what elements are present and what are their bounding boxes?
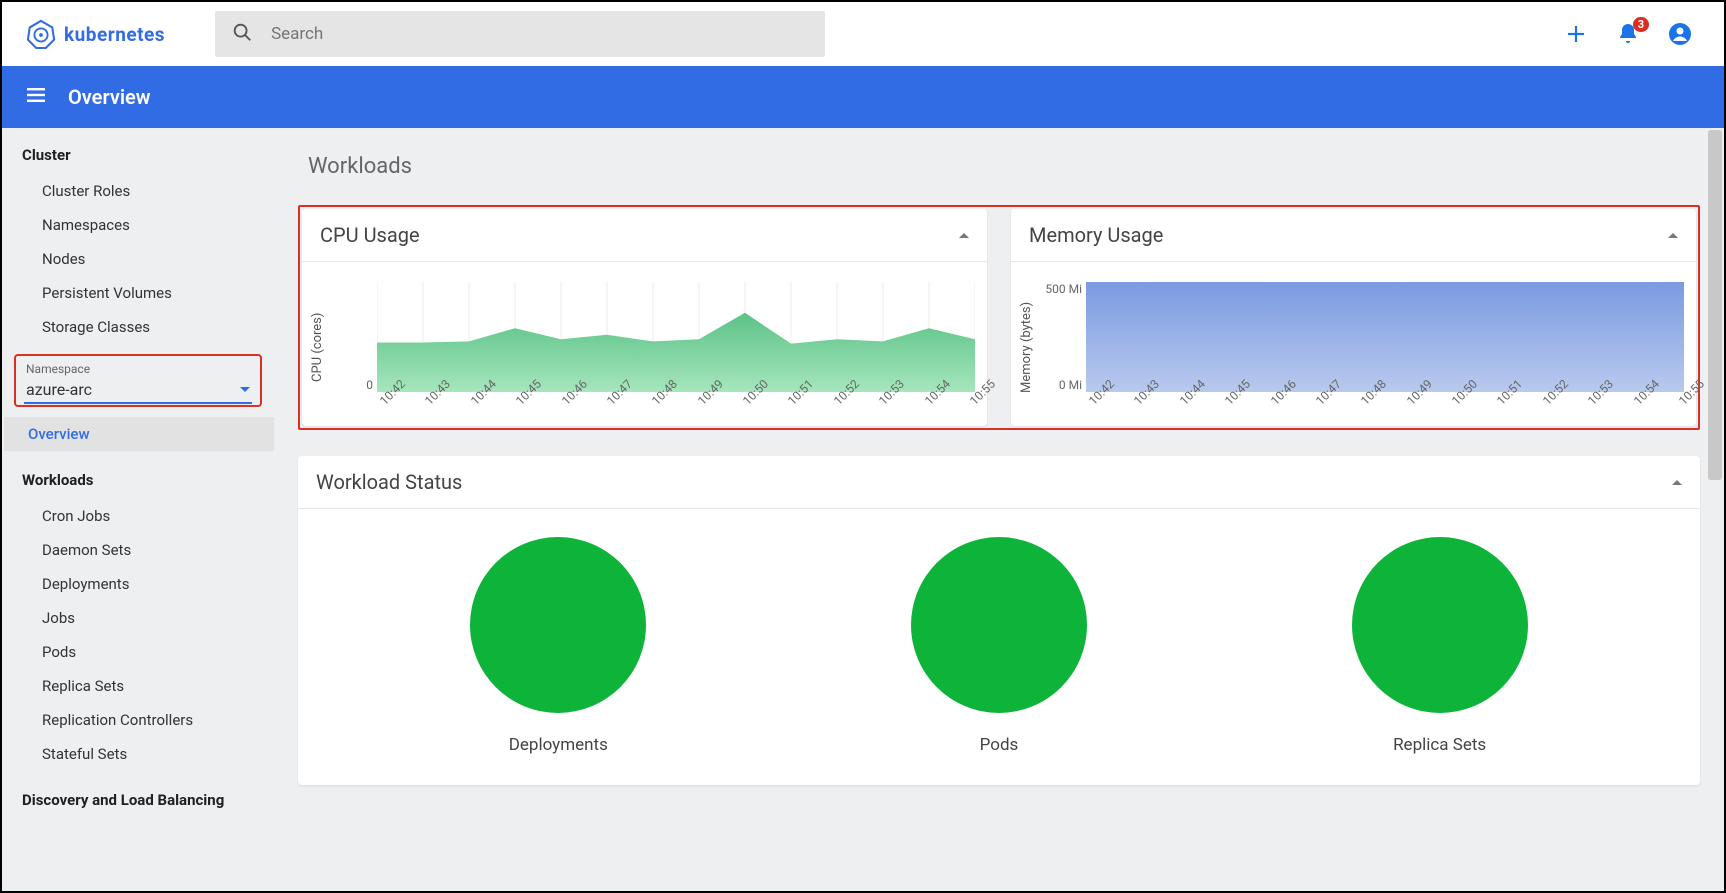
chart-xtick: 10:51 [1494, 392, 1510, 408]
namespace-selector[interactable]: Namespace azure-arc [14, 354, 262, 407]
sidebar-item[interactable]: Namespaces [2, 208, 274, 242]
sidebar-item[interactable]: Cron Jobs [2, 499, 274, 533]
cpu-ylabel: CPU (cores) [308, 282, 327, 412]
sidebar-item[interactable]: Nodes [2, 242, 274, 276]
mem-chart [1086, 282, 1684, 392]
chart-xtick: 10:48 [1358, 392, 1374, 408]
mem-ytick-bottom: 0 Mi [1036, 378, 1082, 392]
scrollbar[interactable] [1708, 130, 1722, 480]
chart-xtick: 10:48 [649, 392, 665, 408]
chart-xtick: 10:46 [1268, 392, 1284, 408]
sidebar-item-overview[interactable]: Overview [4, 417, 274, 451]
sidebar-item[interactable]: Replication Controllers [2, 703, 274, 737]
cpu-ytick-bottom: 0 [327, 378, 373, 392]
chart-xtick: 10:55 [1676, 392, 1692, 408]
chart-xtick: 10:45 [1222, 392, 1238, 408]
collapse-icon[interactable] [959, 233, 969, 238]
chart-xtick: 10:53 [876, 392, 892, 408]
sidebar-item[interactable]: Pods [2, 635, 274, 669]
cpu-usage-card: CPU Usage CPU (cores) 0 [302, 209, 987, 426]
workload-status-title: Workload Status [316, 470, 462, 494]
sidebar-item[interactable]: Deployments [2, 567, 274, 601]
chart-xtick: 10:50 [1449, 392, 1465, 408]
cpu-chart [377, 282, 975, 392]
chart-xtick: 10:54 [922, 392, 938, 408]
plus-icon [1564, 22, 1588, 46]
sidebar-header-dlb[interactable]: Discovery and Load Balancing [2, 781, 274, 819]
sidebar-item[interactable]: Jobs [2, 601, 274, 635]
content: Workloads CPU Usage CPU (cores) 0 [274, 128, 1724, 891]
charts-row-highlight: CPU Usage CPU (cores) 0 [298, 205, 1700, 430]
mem-card-title: Memory Usage [1029, 223, 1163, 247]
status-donut [470, 537, 646, 713]
notifications-button[interactable]: 3 [1616, 22, 1640, 46]
searchbox[interactable] [215, 11, 825, 57]
chart-xtick: 10:42 [1086, 392, 1102, 408]
status-donut-label: Replica Sets [1393, 735, 1486, 755]
chart-xtick: 10:52 [1540, 392, 1556, 408]
chevron-down-icon [240, 387, 250, 392]
chart-xtick: 10:49 [695, 392, 711, 408]
sidebar-item[interactable]: Storage Classes [2, 310, 274, 344]
workload-status-item: Pods [911, 537, 1087, 755]
section-bar: Overview [2, 66, 1724, 128]
sidebar-item[interactable]: Stateful Sets [2, 737, 274, 771]
chart-xtick: 10:42 [377, 392, 393, 408]
chart-xtick: 10:47 [1313, 392, 1329, 408]
status-donut [911, 537, 1087, 713]
chart-xtick: 10:44 [1177, 392, 1193, 408]
sidebar: Cluster Cluster RolesNamespacesNodesPers… [2, 128, 274, 891]
collapse-icon[interactable] [1672, 480, 1682, 485]
workload-status-item: Deployments [470, 537, 646, 755]
namespace-value: azure-arc [26, 380, 92, 399]
sidebar-header-workloads[interactable]: Workloads [2, 461, 274, 499]
chart-xtick: 10:43 [1131, 392, 1147, 408]
chart-xtick: 10:52 [831, 392, 847, 408]
chart-xtick: 10:46 [559, 392, 575, 408]
collapse-icon[interactable] [1668, 233, 1678, 238]
workload-status-item: Replica Sets [1352, 537, 1528, 755]
sidebar-header-cluster[interactable]: Cluster [2, 136, 274, 174]
status-donut-label: Pods [980, 735, 1019, 755]
brand-text: kubernetes [64, 23, 165, 46]
cpu-card-title: CPU Usage [320, 223, 420, 247]
chart-xtick: 10:47 [604, 392, 620, 408]
status-donut-label: Deployments [509, 735, 608, 755]
menu-button[interactable] [24, 83, 48, 111]
logo[interactable]: kubernetes [26, 19, 165, 49]
account-icon [1668, 22, 1692, 46]
sidebar-item[interactable]: Daemon Sets [2, 533, 274, 567]
account-button[interactable] [1668, 22, 1692, 46]
section-title: Overview [68, 85, 151, 109]
mem-ytick-top: 500 Mi [1036, 282, 1082, 296]
workload-status-card: Workload Status Deployments Pods Replica S… [298, 456, 1700, 785]
chart-xtick: 10:54 [1631, 392, 1647, 408]
kubernetes-logo-icon [26, 19, 56, 49]
chart-xtick: 10:44 [468, 392, 484, 408]
chart-xtick: 10:50 [740, 392, 756, 408]
add-button[interactable] [1564, 22, 1588, 46]
search-icon [231, 21, 253, 48]
namespace-label: Namespace [26, 362, 250, 376]
hamburger-icon [24, 83, 48, 107]
chart-xtick: 10:49 [1404, 392, 1420, 408]
chart-xtick: 10:51 [785, 392, 801, 408]
chart-xtick: 10:43 [422, 392, 438, 408]
sidebar-item[interactable]: Persistent Volumes [2, 276, 274, 310]
search-input[interactable] [271, 24, 809, 44]
page-title: Workloads [308, 154, 1700, 179]
sidebar-item[interactable]: Replica Sets [2, 669, 274, 703]
notification-badge: 3 [1633, 17, 1649, 32]
memory-usage-card: Memory Usage Memory (bytes) 500 Mi 0 Mi [1011, 209, 1696, 426]
sidebar-item[interactable]: Cluster Roles [2, 174, 274, 208]
topbar-actions: 3 [1564, 22, 1700, 46]
chart-xtick: 10:45 [513, 392, 529, 408]
status-donut [1352, 537, 1528, 713]
topbar: kubernetes 3 [2, 2, 1724, 66]
chart-xtick: 10:55 [967, 392, 983, 408]
mem-ylabel: Memory (bytes) [1017, 282, 1036, 412]
chart-xtick: 10:53 [1585, 392, 1601, 408]
